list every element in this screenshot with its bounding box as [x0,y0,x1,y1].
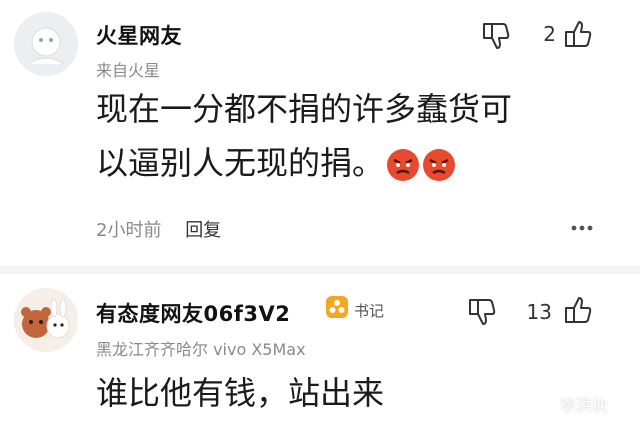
angry-face-emoji [423,149,456,181]
avatar[interactable] [14,12,78,76]
comment-text-line-2: 以逼别人无现的捐。 [96,136,512,190]
more-icon[interactable] [566,212,598,244]
like-count: 2 [543,22,556,46]
like-icon[interactable] [562,18,594,50]
angry-face-emoji [387,149,420,181]
like-count: 13 [526,300,552,324]
username[interactable]: 有态度网友06f3V2 [96,298,290,328]
watermark: 李洪伙 [540,392,608,416]
bear-rabbit-avatar-icon [14,288,78,352]
user-location: 来自火星 [96,61,161,80]
ghost-avatar-icon [14,12,78,76]
comment-text: 现在一分都不捐的许多蠢货可 以逼别人无现的捐。 [96,82,512,190]
comment-text-line-2-text: 以逼别人无现的捐。 [96,144,385,182]
comment-actions: 2小时前 回复 [96,216,221,242]
watermark-text: 李洪伙 [560,396,609,415]
rank-badge-label: 书记 [354,302,385,320]
like-icon[interactable] [562,294,594,326]
badge-icon [326,296,348,318]
dislike-icon[interactable] [480,20,512,52]
dislike-icon[interactable] [466,296,498,328]
comment-item: 火星网友 来自火星 现在一分都不捐的许多蠢货可 以逼别人无现的捐。 2小时前 回… [0,0,640,266]
avatar[interactable] [14,288,78,352]
divider [0,266,640,274]
comment-text: 谁比他有钱，站出来 [96,374,385,412]
watermark-logo-icon [540,397,558,416]
reply-button[interactable]: 回复 [185,220,221,241]
user-location: 黑龙江齐齐哈尔 vivo X5Max [96,340,306,359]
username[interactable]: 火星网友 [96,20,182,50]
comment-text-line: 现在一分都不捐的许多蠢货可 [96,90,513,128]
comment-time: 2小时前 [96,220,162,241]
